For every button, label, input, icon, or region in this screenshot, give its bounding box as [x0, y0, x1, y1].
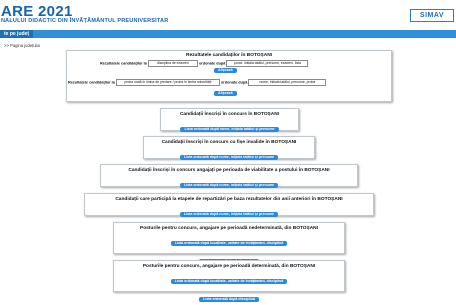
section-invalid: Candidații înscriși în concurs cu fișe i…	[143, 136, 315, 160]
section-enrolled: Candidații înscriși în concurs în BOTOȘA…	[160, 108, 299, 132]
section-title: Posturile pentru concurs, angajare pe pe…	[142, 264, 316, 269]
show-button-2[interactable]: Afișează	[214, 91, 237, 96]
section-title: Candidații care participă la etapele de …	[115, 197, 343, 202]
section-viability: Candidații înscriși în concurs angajați …	[100, 164, 358, 188]
row2-order-label: ordonate după	[220, 80, 248, 85]
results-filter-title: Rezultatele candidaților în BOTOȘANI	[185, 53, 272, 58]
order-select-2[interactable]: nume, inițiala tatălui, prenume, proba	[248, 79, 327, 86]
section-title: Posturile pentru concurs, angajare pe pe…	[140, 226, 318, 231]
filter-row-2: Rezultatele candidaților la proba orală …	[68, 79, 327, 86]
list-button[interactable]: Lista ordonată după nume, inițiala tatăl…	[179, 183, 279, 188]
row1-order-label: ordonate după	[198, 61, 226, 66]
list-button-locality[interactable]: Lista ordonată după localitate, unitate …	[170, 279, 288, 284]
show-button-1[interactable]: Afișează	[214, 68, 237, 73]
discipline-select[interactable]: disciplina de examen	[147, 60, 198, 67]
list-button[interactable]: Lista ordonată după nume, inițiala tatăl…	[179, 212, 279, 217]
list-button[interactable]: Lista ordonată după nume, inițiala tatăl…	[180, 127, 279, 132]
exam-select[interactable]: proba orală în limba de predare / proba …	[115, 79, 220, 86]
row2-label: Rezultatele candidaților la	[68, 80, 115, 85]
filter-row-1: Rezultatele candidaților la disciplina d…	[100, 60, 309, 67]
section-posts-indefinite: Posturile pentru concurs, angajare pe pe…	[113, 222, 345, 264]
list-button[interactable]: Lista ordonată după nume, inițiala tatăl…	[179, 155, 279, 160]
list-button-discipline[interactable]: Lista ordonată după disciplină	[199, 297, 259, 302]
order-select-1[interactable]: punct. inițiala tatălui, prenume, examen…	[226, 60, 309, 67]
page-subtitle: NALULUI DIDACTIC DIN ÎNVĂȚĂMÂNTUL PREUNI…	[1, 18, 169, 24]
breadcrumb[interactable]: >> Pagina județului	[4, 43, 40, 48]
row1-label: Rezultatele candidaților la	[100, 61, 147, 66]
section-title: Candidații înscriși în concurs angajați …	[128, 168, 330, 173]
section-title: Candidații înscriși în concurs în BOTOȘA…	[179, 112, 280, 117]
section-posts-determinate: Posturile pentru concurs, angajare pe pe…	[113, 260, 345, 302]
simav-logo[interactable]: SIMAV	[410, 9, 454, 22]
results-filter-box: Rezultatele candidaților în BOTOȘANI Rez…	[66, 50, 392, 102]
page-header: ARE 2021 NALULUI DIDACTIC DIN ÎNVĂȚĂMÂNT…	[0, 0, 456, 30]
tab-judet[interactable]: te pe județ	[0, 30, 34, 38]
section-title: Candidații înscriși în concurs cu fișe i…	[161, 140, 297, 145]
section-previous-years: Candidații care participă la etapele de …	[84, 193, 374, 217]
list-button-locality[interactable]: Lista ordonată după localitate, unitate …	[170, 241, 288, 246]
nav-bar	[0, 30, 456, 38]
